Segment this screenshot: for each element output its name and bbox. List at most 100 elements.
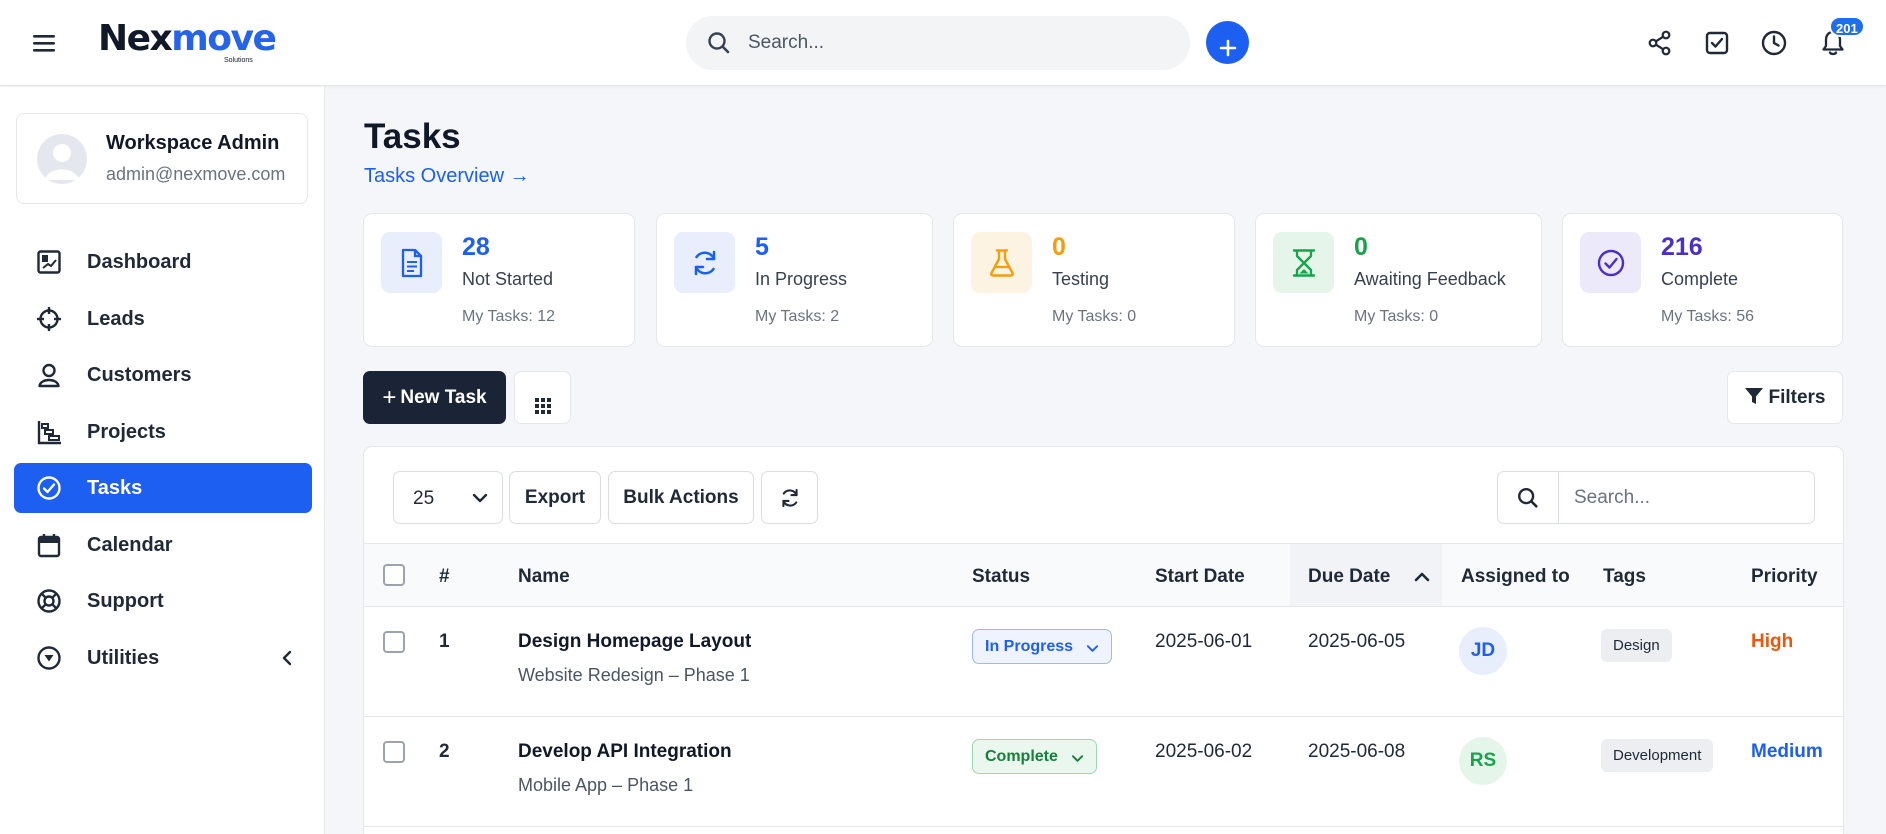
chevron-down-icon: [1071, 755, 1083, 762]
plus-icon: [1219, 39, 1236, 56]
filter-icon: [1745, 388, 1764, 404]
row-checkbox[interactable]: [383, 741, 405, 763]
stat-my-tasks: My Tasks: 0: [1052, 308, 1137, 325]
sidebar-item-label: Tasks: [87, 477, 143, 499]
search-icon: [1518, 488, 1538, 508]
column-header-tags[interactable]: Tags: [1603, 566, 1646, 588]
sidebar-item-customers[interactable]: Customers: [14, 350, 312, 400]
chevron-down-icon: [1086, 645, 1099, 652]
sort-ascending-icon[interactable]: [1414, 569, 1430, 585]
column-header-start-date[interactable]: Start Date: [1155, 566, 1245, 588]
hamburger-menu-icon[interactable]: [30, 30, 60, 56]
dashboard-icon: [36, 249, 62, 275]
task-tag: Design: [1601, 629, 1672, 662]
stat-my-tasks: My Tasks: 12: [462, 308, 556, 325]
due-date: 2025-06-05: [1308, 631, 1406, 652]
table-row[interactable]: 2 Develop API Integration Mobile App – P…: [364, 717, 1843, 827]
profile-card[interactable]: Workspace Admin admin@nexmove.com: [16, 113, 308, 204]
tasks-table-card: 25 Export Bulk Actions # Name Status Sta…: [363, 446, 1844, 834]
priority-label: Medium: [1751, 741, 1823, 762]
logo[interactable]: Nexmove Solutions: [98, 18, 277, 70]
stat-card-not-started[interactable]: 28 Not Started My Tasks: 12: [363, 213, 635, 347]
sidebar-item-label: Leads: [87, 307, 145, 330]
table-search-input[interactable]: [1558, 471, 1815, 524]
logo-subtitle: Solutions: [224, 57, 253, 64]
filters-button[interactable]: Filters: [1727, 371, 1843, 424]
column-header-number[interactable]: #: [439, 566, 450, 588]
sidebar-item-tasks[interactable]: Tasks: [14, 463, 312, 513]
stat-number: 5: [755, 233, 769, 261]
stat-number: 0: [1354, 233, 1368, 261]
stat-number: 28: [462, 233, 490, 261]
stat-label: Not Started: [462, 269, 554, 289]
check-circle-icon: [1580, 232, 1641, 293]
stat-label: Testing: [1052, 269, 1110, 289]
stat-label: Complete: [1661, 269, 1739, 289]
task-project[interactable]: Website Redesign – Phase 1: [518, 665, 750, 686]
tasks-overview-link[interactable]: Tasks Overview →: [364, 165, 530, 188]
sidebar-item-projects[interactable]: Projects: [14, 407, 312, 457]
sidebar-item-label: Projects: [87, 420, 166, 443]
reload-button[interactable]: [761, 471, 818, 524]
task-number: 2: [439, 741, 450, 762]
stat-card-awaiting-feedback[interactable]: 0 Awaiting Feedback My Tasks: 0: [1255, 213, 1542, 347]
chevron-left-icon[interactable]: [278, 649, 296, 667]
column-header-priority[interactable]: Priority: [1751, 566, 1818, 588]
sidebar-item-leads[interactable]: Leads: [14, 294, 312, 344]
stat-card-testing[interactable]: 0 Testing My Tasks: 0: [953, 213, 1235, 347]
global-search[interactable]: [686, 16, 1190, 70]
share-icon[interactable]: [1645, 28, 1675, 58]
column-header-name[interactable]: Name: [518, 566, 570, 588]
plus-icon: +: [382, 383, 397, 411]
page-title: Tasks: [364, 117, 461, 156]
chevron-down-icon: [472, 493, 488, 503]
task-number: 1: [439, 631, 450, 652]
start-date: 2025-06-01: [1155, 631, 1253, 652]
avatar: [37, 134, 87, 184]
export-button[interactable]: Export: [509, 471, 601, 524]
task-name-link[interactable]: Design Homepage Layout: [518, 631, 751, 653]
grid-view-button[interactable]: [514, 371, 571, 424]
new-task-button[interactable]: + New Task: [363, 371, 506, 424]
status-dropdown[interactable]: Complete: [972, 739, 1097, 774]
todo-checkbox-icon[interactable]: [1702, 28, 1732, 58]
quick-add-button[interactable]: [1206, 21, 1249, 64]
status-dropdown[interactable]: In Progress: [972, 629, 1113, 664]
column-header-assigned-to[interactable]: Assigned to: [1461, 566, 1570, 588]
document-icon: [381, 232, 442, 293]
stat-number: 0: [1052, 233, 1066, 261]
calendar-icon: [36, 532, 62, 558]
stat-card-in-progress[interactable]: 5 In Progress My Tasks: 2: [656, 213, 933, 347]
sidebar-item-dashboard[interactable]: Dashboard: [14, 237, 312, 287]
stat-label: Awaiting Feedback: [1354, 269, 1506, 289]
row-checkbox[interactable]: [383, 631, 405, 653]
start-date: 2025-06-02: [1155, 741, 1253, 762]
column-header-due-date[interactable]: Due Date: [1308, 566, 1390, 588]
refresh-icon: [781, 488, 798, 507]
sidebar-item-calendar[interactable]: Calendar: [14, 520, 312, 570]
hourglass-icon: [1273, 232, 1334, 293]
assignee-avatar[interactable]: JD: [1459, 627, 1507, 675]
select-all-checkbox[interactable]: [383, 564, 405, 586]
task-name-link[interactable]: Develop API Integration: [518, 741, 732, 763]
assignee-avatar[interactable]: RS: [1459, 737, 1507, 785]
clock-icon[interactable]: [1759, 28, 1789, 58]
check-circle-icon: [36, 475, 62, 501]
stat-card-complete[interactable]: 216 Complete My Tasks: 56: [1562, 213, 1843, 347]
sidebar-item-support[interactable]: Support: [14, 576, 312, 626]
table-search-button[interactable]: [1497, 471, 1559, 524]
task-tag: Development: [1601, 739, 1714, 772]
task-project[interactable]: Mobile App – Phase 1: [518, 775, 693, 796]
stat-my-tasks: My Tasks: 56: [1661, 308, 1755, 325]
table-row[interactable]: 1 Design Homepage Layout Website Redesig…: [364, 607, 1843, 717]
global-search-input[interactable]: [748, 16, 1168, 70]
column-header-status[interactable]: Status: [972, 566, 1030, 588]
sidebar-item-utilities[interactable]: Utilities: [14, 633, 312, 683]
stat-my-tasks: My Tasks: 2: [755, 308, 840, 325]
crosshair-icon: [36, 306, 62, 332]
sidebar-item-label: Dashboard: [87, 251, 192, 273]
page-size-select[interactable]: 25: [393, 471, 503, 524]
bulk-actions-button[interactable]: Bulk Actions: [608, 471, 754, 524]
notification-badge: 201: [1829, 16, 1865, 37]
user-icon: [36, 362, 62, 388]
